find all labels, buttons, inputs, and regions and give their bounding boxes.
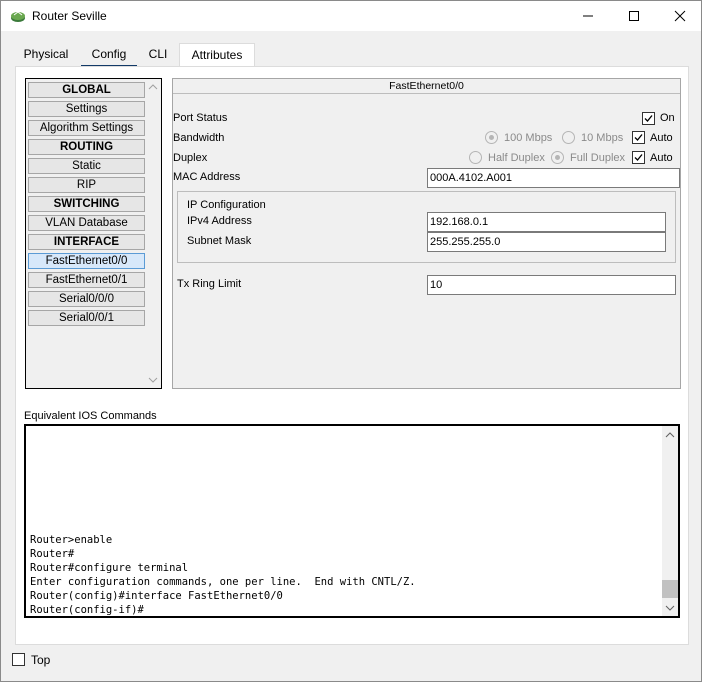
sidebar-item-fastethernet0-1[interactable]: FastEthernet0/1 — [28, 272, 145, 288]
duplex-label: Duplex — [173, 152, 208, 164]
ip-configuration-title: IP Configuration — [187, 199, 266, 211]
port-status-on-label: On — [660, 112, 675, 124]
scroll-up-icon[interactable] — [665, 432, 675, 438]
sidebar-item-fastethernet0-0[interactable]: FastEthernet0/0 — [28, 253, 145, 269]
tab-config[interactable]: Config — [81, 43, 137, 67]
sidebar-item-rip[interactable]: RIP — [28, 177, 145, 193]
half-duplex-radio[interactable] — [469, 151, 482, 164]
bandwidth-10-label: 10 Mbps — [581, 132, 624, 144]
sidebar-header-switching: SWITCHING — [28, 196, 145, 212]
scroll-up-icon[interactable] — [148, 84, 158, 90]
half-duplex-label: Half Duplex — [488, 152, 545, 164]
sidebar-item-vlan-database[interactable]: VLAN Database — [28, 215, 145, 231]
scroll-down-icon[interactable] — [148, 377, 158, 383]
checkmark-icon — [644, 115, 653, 122]
bandwidth-100-label: 100 Mbps — [504, 132, 553, 144]
tx-ring-limit-field[interactable]: 10 — [427, 275, 676, 295]
ios-command-console[interactable]: Router>enable Router# Router#configure t… — [24, 424, 680, 618]
ipv4-address-field[interactable]: 192.168.0.1 — [427, 212, 666, 232]
full-duplex-label: Full Duplex — [570, 152, 626, 164]
subnet-mask-field[interactable]: 255.255.255.0 — [427, 232, 666, 252]
full-duplex-radio[interactable] — [551, 151, 564, 164]
checkmark-icon — [634, 134, 643, 141]
sidebar-scrollbar[interactable] — [145, 79, 161, 388]
sidebar-header-routing: ROUTING — [28, 139, 145, 155]
router-window: Router Seville Physical Config CLI Attri… — [0, 0, 702, 682]
checkmark-icon — [634, 154, 643, 161]
equivalent-ios-label: Equivalent IOS Commands — [24, 410, 157, 422]
tab-cli[interactable]: CLI — [141, 43, 175, 67]
minimize-icon — [583, 15, 593, 17]
bandwidth-100-radio[interactable] — [485, 131, 498, 144]
scroll-down-icon[interactable] — [665, 605, 675, 611]
console-line: Router(config)#interface FastEthernet0/0 — [30, 590, 283, 602]
bandwidth-10-radio[interactable] — [562, 131, 575, 144]
mac-address-label: MAC Address — [173, 171, 241, 183]
sidebar-item-serial0-0-0[interactable]: Serial0/0/0 — [28, 291, 145, 307]
tab-attributes[interactable]: Attributes — [179, 43, 255, 67]
console-line: Enter configuration commands, one per li… — [30, 576, 416, 588]
minimize-button[interactable] — [565, 1, 611, 31]
maximize-button[interactable] — [611, 1, 657, 31]
mac-address-field[interactable]: 000A.4102.A001 — [427, 168, 680, 188]
port-status-label: Port Status — [173, 112, 228, 124]
duplex-auto-checkbox[interactable] — [632, 151, 645, 164]
interface-settings: FastEthernet0/0 Port Status On Bandwidth… — [172, 78, 681, 389]
console-scrollbar[interactable] — [662, 426, 678, 616]
sidebar-item-algorithm[interactable]: Algorithm Settings — [28, 120, 145, 136]
top-checkbox[interactable] — [12, 653, 25, 666]
sidebar-header-global: GLOBAL — [28, 82, 145, 98]
close-button[interactable] — [657, 1, 702, 31]
console-line: Router>enable — [30, 534, 113, 546]
console-scroll-thumb[interactable] — [662, 580, 678, 598]
bandwidth-label: Bandwidth — [173, 132, 225, 144]
sidebar-item-static[interactable]: Static — [28, 158, 145, 174]
interface-title: FastEthernet0/0 — [173, 79, 680, 94]
router-app-icon — [11, 11, 25, 22]
subnet-mask-label: Subnet Mask — [187, 235, 252, 247]
bandwidth-auto-label: Auto — [650, 132, 673, 144]
sidebar-header-interface: INTERFACE — [28, 234, 145, 250]
close-icon — [674, 10, 686, 22]
duplex-auto-label: Auto — [650, 152, 673, 164]
console-line: Router# — [30, 548, 75, 560]
port-status-checkbox[interactable] — [642, 112, 655, 125]
sidebar-item-settings[interactable]: Settings — [28, 101, 145, 117]
bandwidth-auto-checkbox[interactable] — [632, 131, 645, 144]
ipv4-address-label: IPv4 Address — [187, 215, 252, 227]
tx-ring-limit-label: Tx Ring Limit — [177, 278, 242, 290]
config-sidebar: GLOBAL Settings Algorithm Settings ROUTI… — [25, 78, 162, 389]
window-title: Router Seville — [32, 9, 107, 23]
ip-configuration-group: IP Configuration IPv4 Address 192.168.0.… — [177, 191, 676, 263]
sidebar-item-serial0-0-1[interactable]: Serial0/0/1 — [28, 310, 145, 326]
console-line: Router(config-if)# — [30, 604, 144, 616]
title-bar: Router Seville — [1, 1, 701, 31]
tab-physical[interactable]: Physical — [15, 43, 77, 67]
console-line: Router#configure terminal — [30, 562, 189, 574]
maximize-icon — [629, 11, 639, 21]
top-label: Top — [31, 653, 51, 667]
